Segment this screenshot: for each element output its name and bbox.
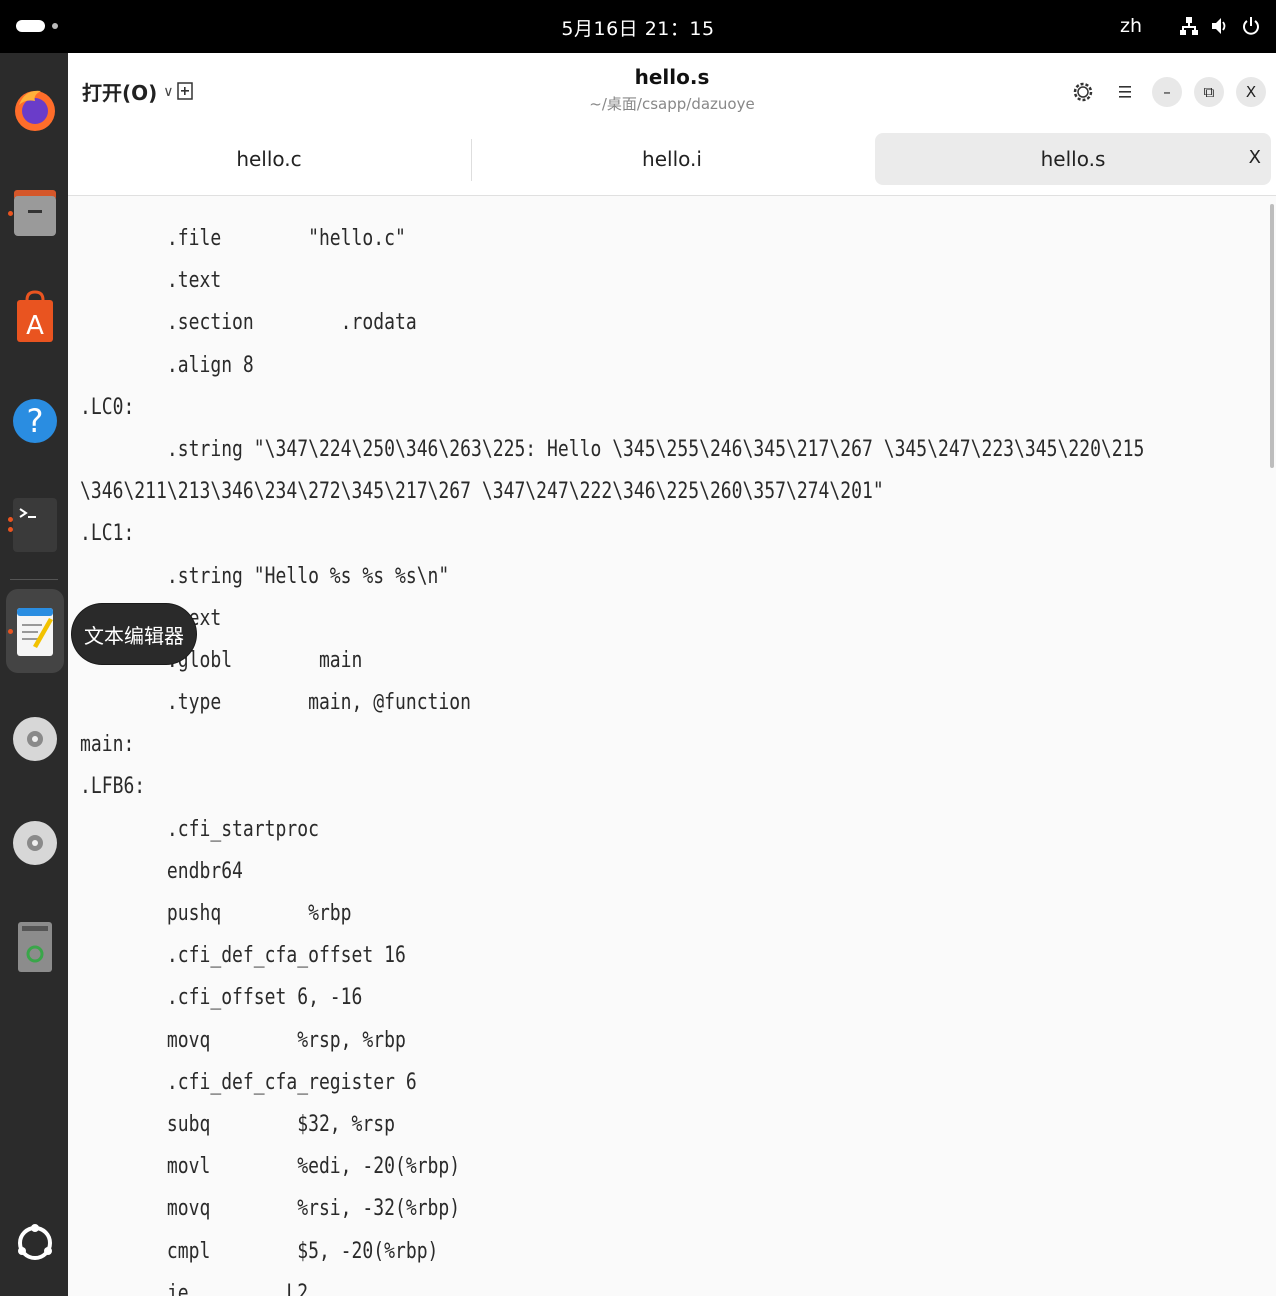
- code-line: subq $32, %rsp: [80, 1111, 395, 1137]
- dock-item-app-center[interactable]: A: [6, 275, 64, 359]
- close-button[interactable]: X: [1236, 77, 1266, 107]
- top-bar: 5月16日 21：15 zh: [0, 0, 1276, 53]
- dock: A ?: [0, 53, 68, 1296]
- minimize-button[interactable]: –: [1152, 77, 1182, 107]
- tab-bar: hello.c hello.i hello.s X: [68, 131, 1276, 196]
- code-line: .globl main: [80, 647, 363, 673]
- help-icon: ?: [13, 399, 57, 443]
- code-line: .cfi_def_cfa_offset 16: [80, 943, 406, 969]
- code-line: je .L2: [80, 1280, 309, 1296]
- vertical-scrollbar[interactable]: [1270, 204, 1274, 468]
- input-method-indicator[interactable]: zh: [1120, 15, 1142, 37]
- code-line: .LFB6:: [80, 774, 146, 800]
- code-line: movq %rsi, -32(%rbp): [80, 1196, 461, 1222]
- disc-icon: [13, 717, 57, 761]
- tab-label: hello.s: [1040, 147, 1106, 171]
- tab-hello-i[interactable]: hello.i: [472, 133, 872, 185]
- dock-item-disc-1[interactable]: [6, 697, 64, 781]
- running-indicator: [8, 517, 13, 522]
- network-icon[interactable]: [1180, 16, 1198, 36]
- code-line: main:: [80, 732, 135, 758]
- code-line: .file "hello.c": [80, 226, 406, 251]
- dock-item-firefox[interactable]: [6, 67, 64, 151]
- volume-icon[interactable]: [1210, 16, 1230, 36]
- terminal-icon: [13, 498, 57, 552]
- running-indicator: [8, 211, 13, 216]
- code-line: .text: [80, 268, 222, 294]
- code-line: .type main, @function: [80, 690, 471, 716]
- svg-text:A: A: [26, 311, 44, 341]
- restore-button[interactable]: ⧉: [1194, 77, 1224, 107]
- code-line: movq %rsp, %rbp: [80, 1027, 406, 1053]
- tab-hello-s[interactable]: hello.s X: [875, 133, 1271, 185]
- code-line: .cfi_offset 6, -16: [80, 985, 363, 1011]
- code-line: .text: [166, 605, 222, 631]
- dock-separator: [10, 579, 58, 580]
- code-line: .align 8: [80, 352, 254, 378]
- text-editor-icon: [17, 608, 53, 656]
- running-indicator: [8, 629, 13, 634]
- main-menu-button[interactable]: [1110, 75, 1140, 109]
- running-indicator: [8, 527, 13, 532]
- clock[interactable]: 5月16日 21：15: [0, 14, 1276, 41]
- dock-item-files[interactable]: [6, 171, 64, 255]
- dock-item-show-apps[interactable]: [6, 1201, 64, 1285]
- code-line: .LC1:: [80, 521, 135, 547]
- code-line: pushq %rbp: [80, 901, 352, 926]
- header-actions: – ⧉ X: [1068, 75, 1266, 109]
- header-bar: 打开(O) ∨ hello.s ~/桌面/csapp/dazuoye – ⧉ X: [68, 53, 1276, 131]
- app-center-icon: A: [17, 290, 53, 342]
- dock-tooltip: 文本编辑器: [72, 604, 196, 664]
- power-icon[interactable]: [1242, 16, 1260, 36]
- code-line: .section .rodata: [80, 310, 417, 336]
- show-apps-icon: [18, 1224, 52, 1260]
- system-tray[interactable]: zh: [1120, 12, 1260, 40]
- code-view[interactable]: .file "hello.c" .text .section .rodata .…: [80, 218, 1144, 1296]
- dock-item-disc-2[interactable]: [6, 801, 64, 885]
- trash-icon: [18, 922, 52, 972]
- editor-area[interactable]: .file "hello.c" .text .section .rodata .…: [68, 196, 1276, 1296]
- code-line: .LC0:: [80, 394, 135, 420]
- tab-close-button[interactable]: X: [1249, 147, 1261, 168]
- code-line: .string "\347\224\250\346\263\225: Hello…: [80, 436, 1145, 462]
- disc-icon: [13, 821, 57, 865]
- code-line: cmpl $5, -20(%rbp): [80, 1238, 439, 1264]
- code-line: endbr64: [80, 858, 243, 884]
- document-status-button[interactable]: [1068, 75, 1098, 109]
- code-line: movl %edi, -20(%rbp): [80, 1154, 461, 1180]
- code-line: \346\211\213\346\234\272\345\217\267 \34…: [80, 479, 884, 505]
- dock-item-terminal[interactable]: [6, 483, 64, 567]
- files-icon: [14, 190, 56, 236]
- code-line: .string "Hello %s %s %s\n": [80, 563, 450, 589]
- dock-item-help[interactable]: ?: [6, 379, 64, 463]
- text-editor-window: 打开(O) ∨ hello.s ~/桌面/csapp/dazuoye – ⧉ X…: [68, 53, 1276, 1296]
- svg-text:?: ?: [27, 402, 44, 440]
- code-line: .cfi_startproc: [80, 816, 319, 842]
- gear-icon: [1073, 82, 1093, 102]
- hamburger-icon: [1119, 86, 1131, 98]
- code-line: .cfi_def_cfa_register 6: [80, 1069, 417, 1095]
- dock-item-text-editor[interactable]: [6, 589, 64, 673]
- dock-item-trash[interactable]: [6, 905, 64, 989]
- tab-hello-c[interactable]: hello.c: [68, 133, 470, 185]
- firefox-icon: [15, 90, 55, 131]
